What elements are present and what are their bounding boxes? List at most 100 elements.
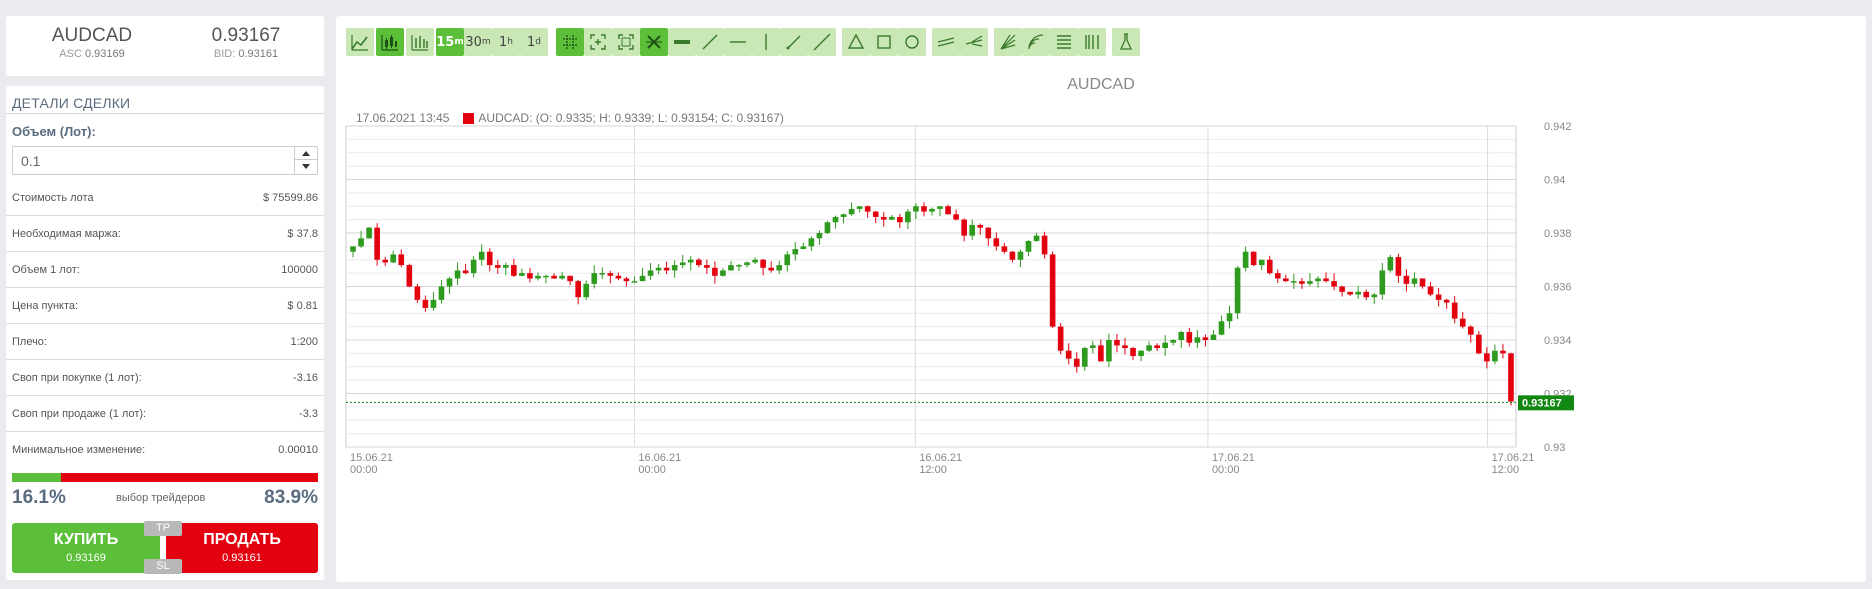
candle-down bbox=[623, 278, 630, 282]
spec-row-swap-sell: Своп при продаже (1 лот): -3.3 bbox=[6, 396, 324, 432]
price-chart[interactable]: 0.9420.940.9380.9360.9340.9320.9315.06.2… bbox=[336, 16, 1866, 582]
spec-row-pip-value: Цена пункта: $ 0.81 bbox=[6, 288, 324, 324]
candle-down bbox=[414, 286, 421, 300]
candle-up bbox=[1291, 281, 1297, 283]
candle-down bbox=[1154, 345, 1160, 349]
spec-value: $ 75599.86 bbox=[262, 191, 318, 204]
candle-up bbox=[591, 273, 598, 284]
candle-down bbox=[1073, 358, 1080, 367]
candle-up bbox=[784, 254, 791, 266]
chevron-up-icon bbox=[302, 150, 310, 156]
take-profit-button[interactable]: TP bbox=[144, 521, 182, 536]
candle-down bbox=[921, 206, 927, 212]
y-tick-label: 0.942 bbox=[1544, 121, 1572, 133]
candle-down bbox=[872, 211, 879, 217]
candle-down bbox=[494, 265, 501, 268]
candle-up bbox=[1170, 340, 1177, 343]
candle-up bbox=[671, 265, 678, 271]
candle-up bbox=[1162, 342, 1169, 349]
candle-up bbox=[1025, 241, 1032, 252]
y-tick-label: 0.934 bbox=[1544, 335, 1572, 347]
spec-label: Минимальное изменение: bbox=[12, 444, 146, 456]
symbol-block: AUDCAD ASC 0.93169 bbox=[22, 26, 162, 61]
candle-down bbox=[977, 224, 984, 228]
candle-up bbox=[888, 216, 895, 220]
buy-label: КУПИТЬ bbox=[53, 531, 119, 548]
spec-row-leverage: Плечо: 1:200 bbox=[6, 324, 324, 360]
x-tick-time: 12:00 bbox=[919, 464, 947, 476]
candle-up bbox=[1258, 259, 1265, 266]
x-tick-date: 15.06.21 bbox=[350, 452, 393, 464]
candle-down bbox=[1065, 350, 1072, 359]
spec-list: Стоимость лота $ 75599.86 Необходимая мар… bbox=[6, 180, 324, 468]
candle-down bbox=[1395, 257, 1402, 276]
candle-down bbox=[511, 265, 517, 276]
candle-up bbox=[1355, 291, 1362, 295]
candle-down bbox=[1484, 353, 1490, 362]
candle-down bbox=[704, 265, 710, 268]
candle-up bbox=[583, 283, 590, 298]
candle-down bbox=[1274, 273, 1281, 279]
candle-up bbox=[1307, 281, 1313, 284]
candle-up bbox=[848, 208, 855, 215]
candle-down bbox=[953, 214, 959, 220]
candle-down bbox=[760, 259, 766, 268]
candle-down bbox=[1443, 299, 1450, 303]
candle-up bbox=[816, 233, 823, 239]
candle-up bbox=[438, 286, 445, 300]
candle-down bbox=[1435, 294, 1442, 300]
volume-stepper[interactable] bbox=[294, 147, 317, 174]
ask-label: ASC bbox=[59, 48, 82, 60]
candle-up bbox=[1226, 313, 1233, 322]
candle-up bbox=[1081, 348, 1088, 367]
candle-up bbox=[543, 275, 549, 278]
candle-down bbox=[1098, 345, 1104, 362]
candle-up bbox=[736, 265, 742, 267]
candle-down bbox=[1041, 235, 1048, 255]
candle-up bbox=[824, 222, 831, 233]
spec-label: Плечо: bbox=[12, 335, 47, 348]
candle-down bbox=[374, 227, 380, 260]
sell-button[interactable]: ПРОДАТЬ 0.93161 bbox=[166, 523, 318, 573]
candle-down bbox=[575, 281, 581, 298]
candle-up bbox=[913, 206, 919, 212]
x-tick-time: 00:00 bbox=[350, 464, 378, 476]
candle-down bbox=[897, 216, 903, 223]
x-tick-time: 12:00 bbox=[1492, 464, 1520, 476]
candle-down bbox=[880, 216, 887, 220]
candle-up bbox=[1017, 251, 1024, 260]
sell-price: 0.93161 bbox=[222, 552, 262, 564]
spec-label: Своп при продаже (1 лот): bbox=[12, 407, 147, 420]
candle-down bbox=[462, 270, 469, 274]
buy-button[interactable]: КУПИТЬ 0.93169 bbox=[12, 523, 160, 573]
candle-up bbox=[1138, 350, 1144, 357]
candle-down bbox=[1347, 291, 1353, 295]
candle-up bbox=[728, 265, 734, 271]
candle-up bbox=[358, 238, 364, 247]
candle-up bbox=[430, 299, 437, 308]
candle-down bbox=[1266, 259, 1273, 274]
candle-up bbox=[744, 262, 750, 266]
candle-down bbox=[567, 275, 573, 282]
candle-up bbox=[1315, 278, 1321, 282]
candle-down bbox=[422, 299, 429, 308]
candle-up bbox=[720, 270, 726, 276]
candle-up bbox=[478, 251, 485, 260]
candle-up bbox=[1210, 334, 1217, 340]
deal-details-panel: ДЕТАЛИ СДЕЛКИ Объем (Лот): Стоимость лот… bbox=[6, 86, 324, 580]
candle-down bbox=[1130, 348, 1136, 357]
volume-input[interactable] bbox=[12, 146, 318, 175]
increment-button[interactable] bbox=[295, 147, 317, 160]
candle-down bbox=[768, 267, 774, 271]
candle-down bbox=[1331, 281, 1337, 287]
spec-label: Своп при покупке (1 лот): bbox=[12, 371, 142, 384]
stop-loss-button[interactable]: SL bbox=[144, 559, 182, 574]
bid-label: BID: bbox=[213, 48, 236, 60]
decrement-button[interactable] bbox=[295, 160, 317, 173]
candle-down bbox=[1186, 331, 1193, 343]
bid-price: 0.93161 bbox=[238, 48, 279, 60]
candle-down bbox=[1009, 251, 1016, 260]
candle-up bbox=[655, 267, 662, 271]
spec-row-min-change: Минимальное изменение: 0.00010 bbox=[6, 432, 324, 468]
candle-up bbox=[631, 281, 638, 283]
